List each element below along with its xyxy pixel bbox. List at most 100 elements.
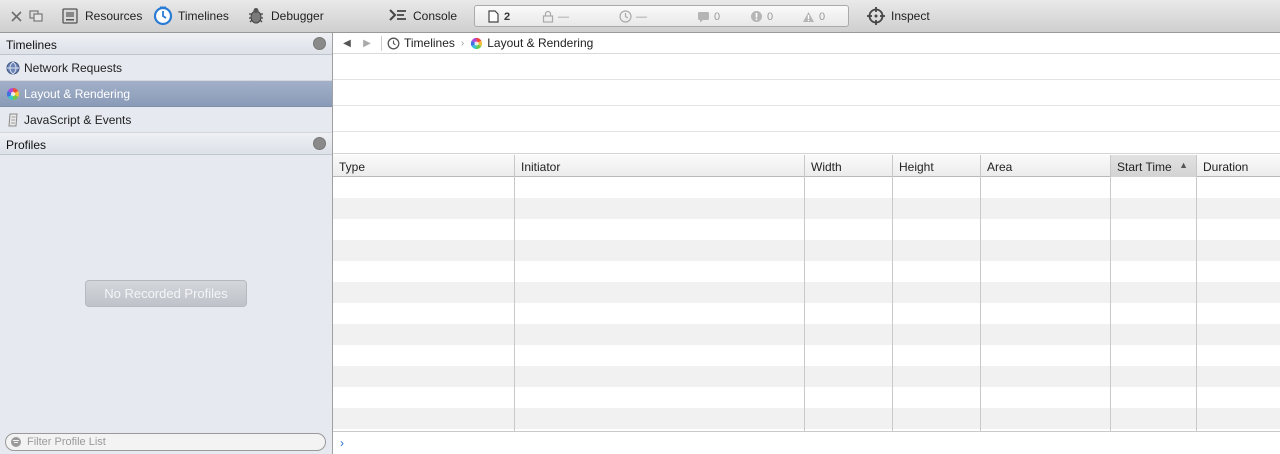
log-icon [697, 10, 710, 23]
sidebar-item-label: JavaScript & Events [24, 112, 132, 127]
sidebar-item-javascript-events[interactable]: JavaScript & Events [0, 107, 332, 133]
empty-grid-row [333, 240, 1280, 261]
clock-icon [619, 10, 632, 23]
column-header-initiator[interactable]: Initiator [515, 155, 805, 177]
grid-body [333, 177, 1280, 431]
sidebar-item-layout-rendering[interactable]: Layout & Rendering [0, 81, 332, 107]
empty-grid-row [333, 408, 1280, 429]
prompt-chevron-icon: › [340, 436, 344, 450]
timelines-section-title: Timelines [6, 38, 57, 52]
empty-grid-row [333, 324, 1280, 345]
error-icon [750, 10, 763, 23]
color-wheel-icon [470, 37, 483, 50]
script-icon [6, 113, 20, 127]
back-button[interactable]: ◀ [337, 33, 357, 54]
record-timeline-button[interactable] [313, 37, 326, 50]
filter-profile-input[interactable]: Filter Profile List [5, 433, 326, 451]
timelines-label: Timelines [178, 9, 229, 23]
record-profile-button[interactable] [313, 137, 326, 150]
color-wheel-icon [6, 87, 20, 101]
forward-button[interactable]: ▶ [357, 33, 377, 54]
close-icon[interactable] [8, 8, 24, 24]
breadcrumb-layout-rendering[interactable]: Layout & Rendering [470, 36, 593, 50]
breadcrumb-separator-icon: › [460, 37, 465, 49]
timelines-tab[interactable]: Timelines [153, 6, 229, 26]
column-header-height[interactable]: Height [893, 155, 981, 177]
errors-count: 0 [750, 9, 773, 24]
back-arrow-icon: ◀ [343, 37, 351, 49]
column-header-label: Start Time [1117, 160, 1172, 174]
security-status: — [541, 9, 569, 24]
console-tab[interactable]: Console [388, 6, 457, 26]
inspect-button[interactable]: Inspect [866, 6, 930, 26]
empty-grid-row [333, 261, 1280, 282]
breadcrumb-current-label: Layout & Rendering [487, 36, 594, 50]
column-divider [1110, 177, 1111, 431]
filter-placeholder: Filter Profile List [27, 436, 106, 448]
empty-grid-row [333, 282, 1280, 303]
column-divider [892, 177, 893, 431]
column-header-start-time[interactable]: Start Time ▲ [1111, 155, 1197, 177]
timelines-small-icon [387, 37, 400, 50]
profiles-section-title: Profiles [6, 138, 47, 152]
timeline-graph-row [333, 106, 1280, 132]
empty-grid-row [333, 366, 1280, 387]
console-prompt[interactable]: › [333, 431, 1280, 454]
profiles-section-header: Profiles [0, 133, 332, 155]
sidebar-item-network-requests[interactable]: Network Requests [0, 55, 332, 81]
empty-profiles-placeholder: No Recorded Profiles [85, 280, 247, 307]
empty-grid-row [333, 345, 1280, 366]
column-divider [980, 177, 981, 431]
forward-arrow-icon: ▶ [363, 37, 371, 49]
lock-icon [541, 10, 554, 23]
column-divider [804, 177, 805, 431]
debugger-label: Debugger [271, 9, 324, 23]
sidebar-item-label: Layout & Rendering [24, 86, 131, 101]
activity-status[interactable]: 2 — — 0 0 0 [474, 5, 849, 27]
empty-grid-row [333, 387, 1280, 408]
column-divider [514, 177, 515, 431]
breadcrumb-root-label: Timelines [404, 36, 455, 50]
debugger-tab[interactable]: Debugger [246, 6, 324, 26]
sort-ascending-icon: ▲ [1179, 160, 1188, 170]
column-header-width[interactable]: Width [805, 155, 893, 177]
sidebar: Timelines Network Requests Layout & Rend… [0, 33, 333, 454]
empty-grid-row [333, 177, 1280, 198]
empty-grid-row [333, 303, 1280, 324]
navigation-bar: ◀ ▶ Timelines › Layout & Rendering [333, 33, 1280, 54]
empty-grid-row [333, 198, 1280, 219]
layout-records-grid: Type Initiator Width Height Area Start T… [333, 155, 1280, 431]
document-icon [487, 10, 500, 23]
timeline-overview-ruler [333, 132, 1280, 154]
column-header-type[interactable]: Type [333, 155, 515, 177]
toolbar: Resources Timelines Debugger Console 2 —… [0, 0, 1280, 33]
debugger-icon [246, 6, 266, 26]
sidebar-item-label: Network Requests [24, 60, 123, 75]
timeline-graph-area [333, 54, 1280, 155]
load-time-status: — [619, 9, 647, 24]
undock-icon[interactable] [28, 8, 44, 24]
column-header-duration[interactable]: Duration [1197, 155, 1280, 177]
timelines-section-header: Timelines [0, 33, 332, 55]
warnings-count: 0 [802, 9, 825, 24]
column-header-area[interactable]: Area [981, 155, 1111, 177]
timeline-graph-row [333, 54, 1280, 80]
empty-grid-row [333, 219, 1280, 240]
console-icon [388, 6, 408, 26]
filter-icon [10, 436, 22, 448]
resources-tab[interactable]: Resources [60, 6, 142, 26]
breadcrumb-timelines[interactable]: Timelines [387, 36, 455, 50]
inspect-label: Inspect [891, 9, 930, 23]
resources-label: Resources [85, 9, 143, 23]
globe-icon [6, 61, 20, 75]
timeline-graph-row [333, 80, 1280, 106]
resources-icon [60, 6, 80, 26]
crosshair-icon [866, 6, 886, 26]
column-divider [1196, 177, 1197, 431]
timelines-icon [153, 6, 173, 26]
nav-divider [381, 35, 382, 51]
grid-header: Type Initiator Width Height Area Start T… [333, 155, 1280, 177]
warning-icon [802, 10, 815, 23]
console-label: Console [413, 9, 458, 23]
resource-count: 2 [487, 9, 510, 24]
